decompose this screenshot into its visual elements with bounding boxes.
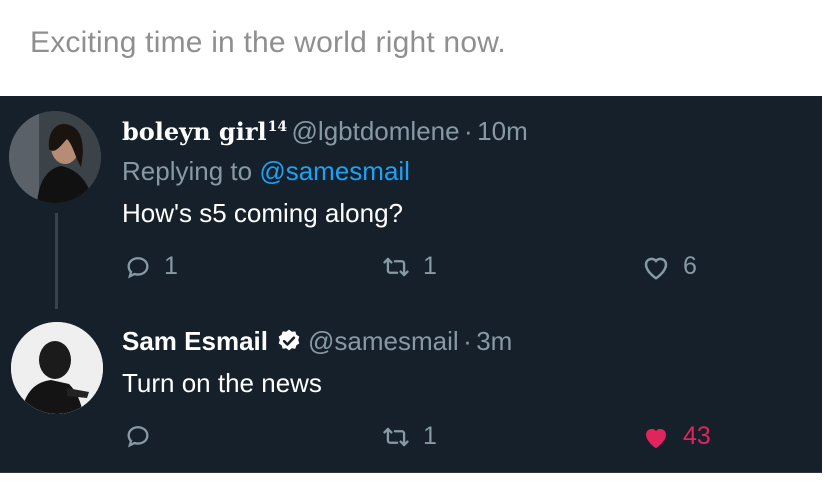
tweet-thread-card: boleyn girl14 @lgbtdomlene · 10m Replyin… xyxy=(0,96,822,473)
tweet-1-text: How's s5 coming along? xyxy=(122,198,403,228)
tweet-2-like-button[interactable]: 43 xyxy=(641,422,711,451)
heart-filled-icon xyxy=(646,428,666,448)
retweet-icon xyxy=(383,427,409,446)
tweet-2-retweet-count: 1 xyxy=(423,422,437,450)
tweet-2-reply-button[interactable] xyxy=(124,422,164,450)
tweet-1-handle[interactable]: @lgbtdomlene xyxy=(292,116,460,146)
retweet-icon xyxy=(383,257,409,276)
tweet-1-retweet-count: 1 xyxy=(423,252,437,280)
tweet-1-retweet-button[interactable]: 1 xyxy=(381,252,437,281)
heart-icon xyxy=(644,257,668,280)
tweet-2-handle[interactable]: @samesmail xyxy=(308,326,459,356)
tweet-1-display-name[interactable]: boleyn girl14 xyxy=(122,117,287,146)
replying-to-mention[interactable]: @samesmail xyxy=(259,156,410,186)
post-caption: Exciting time in the world right now. xyxy=(30,26,506,59)
reply-icon xyxy=(127,426,149,448)
thread-connector-line xyxy=(55,213,58,309)
tweet-1-replying-to: Replying to @samesmail xyxy=(122,156,410,187)
tweet-2-like-count: 43 xyxy=(683,422,711,450)
tweet-1-like-count: 6 xyxy=(683,252,697,280)
replying-to-label: Replying to xyxy=(122,156,253,186)
tweet-1-reply-count: 1 xyxy=(164,252,178,280)
tweet-2-separator: · xyxy=(463,326,472,356)
tweet-1-like-button[interactable]: 6 xyxy=(641,252,697,281)
tweet-2-retweet-button[interactable]: 1 xyxy=(381,422,437,451)
tweet-2-header: Sam Esmail @samesmail · 3m xyxy=(122,326,512,359)
tweet-2-display-name[interactable]: Sam Esmail xyxy=(122,326,268,356)
tweet-1-reply-button[interactable]: 1 xyxy=(124,252,178,281)
tweet-1-header: boleyn girl14 @lgbtdomlene · 10m xyxy=(122,116,528,147)
tweet-1-time[interactable]: 10m xyxy=(477,116,528,146)
tweet-1-name-suffix: 14 xyxy=(267,119,288,135)
reply-icon xyxy=(127,256,149,279)
avatar-sam-esmail[interactable] xyxy=(11,322,103,414)
verified-badge-icon xyxy=(276,328,302,359)
avatar-boleyn-girl[interactable] xyxy=(9,111,101,203)
tweet-2-text: Turn on the news xyxy=(122,368,322,398)
tweet-2-time[interactable]: 3m xyxy=(476,326,512,356)
tweet-1-separator: · xyxy=(464,116,473,146)
